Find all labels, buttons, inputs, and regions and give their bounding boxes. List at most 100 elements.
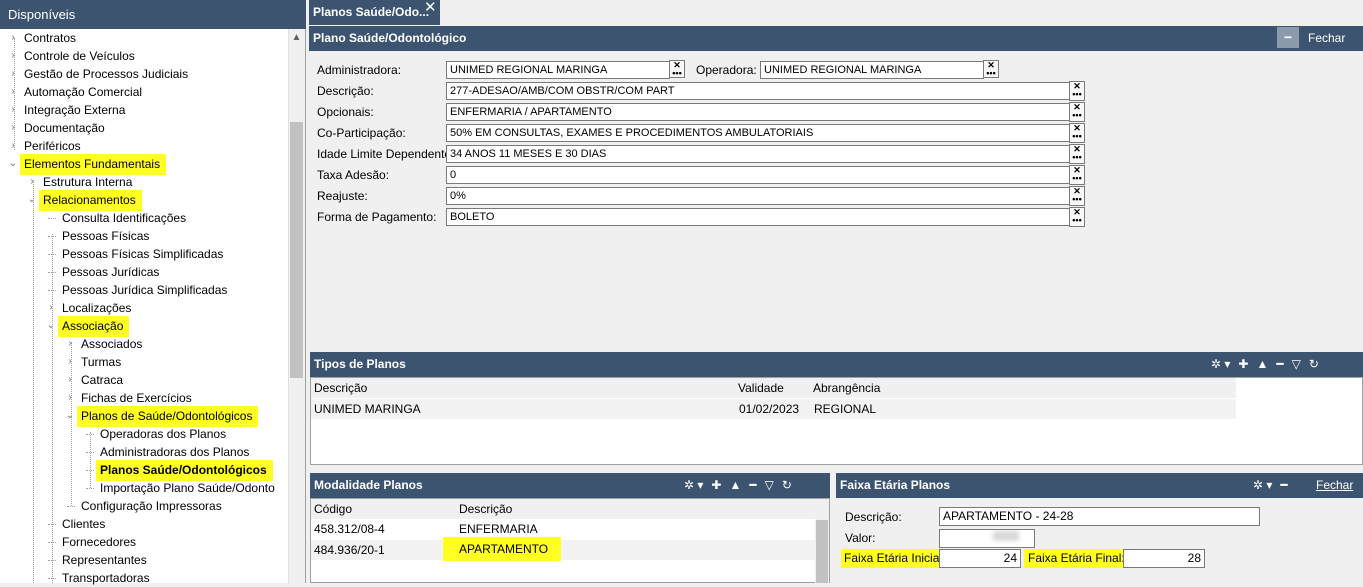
tree-item[interactable]: Pessoas Físicas: [62, 227, 149, 245]
remove-icon[interactable]: ━: [1280, 473, 1287, 498]
filter-icon[interactable]: ✲ ▾: [1211, 352, 1230, 377]
field-input[interactable]: 0%: [446, 187, 1070, 205]
tree-item[interactable]: Catraca: [81, 371, 123, 389]
filter-icon[interactable]: ✲ ▾: [1253, 473, 1272, 498]
minimize-button[interactable]: −: [1277, 27, 1299, 48]
refresh-icon[interactable]: ↻: [782, 473, 792, 498]
operadora-lookup-button[interactable]: ✕ •••: [983, 60, 999, 78]
tree-item[interactable]: Consulta Identificações: [62, 209, 186, 227]
tree-item[interactable]: Fichas de Exercícios: [81, 389, 192, 407]
tree-item[interactable]: Associação: [58, 316, 130, 337]
tree-item[interactable]: Associados: [81, 335, 142, 353]
tree-item[interactable]: Contratos: [24, 29, 76, 47]
up-icon[interactable]: ▲: [1256, 352, 1268, 377]
up-icon[interactable]: ▲: [729, 473, 741, 498]
field-lookup-button[interactable]: ✕ •••: [1069, 165, 1085, 185]
tree-item[interactable]: Transportadoras: [62, 569, 150, 587]
tree-item[interactable]: Configuração Impressoras: [81, 497, 222, 515]
funnel-icon[interactable]: ▽: [765, 473, 774, 498]
tree-item[interactable]: Estrutura Interna: [43, 173, 132, 191]
operadora-field[interactable]: UNIMED REGIONAL MARINGA: [760, 61, 984, 79]
tree-item[interactable]: Planos de Saúde/Odontológicos: [77, 406, 259, 427]
tree-item[interactable]: Elementos Fundamentais: [20, 154, 167, 175]
remove-icon[interactable]: ━: [749, 473, 756, 498]
tree-item[interactable]: Turmas: [81, 353, 121, 371]
faixa-close-button[interactable]: Fechar: [1316, 473, 1353, 498]
chevron-right-icon[interactable]: ›: [65, 335, 75, 353]
field-input[interactable]: 34 ANOS 11 MESES E 30 DIAS: [446, 145, 1070, 163]
administradora-lookup-button[interactable]: ✕ •••: [669, 60, 685, 78]
chevron-right-icon[interactable]: ›: [8, 65, 18, 83]
field-lookup-button[interactable]: ✕ •••: [1069, 102, 1085, 122]
tree-item[interactable]: Periféricos: [24, 137, 81, 155]
chevron-down-icon[interactable]: ⌄: [46, 317, 56, 335]
tree-item[interactable]: Documentação: [24, 119, 105, 137]
tab-close-icon[interactable]: ✕: [424, 0, 437, 16]
tree-item[interactable]: Integração Externa: [24, 101, 125, 119]
tree-item[interactable]: Fornecedores: [62, 533, 136, 551]
column-header[interactable]: Descrição: [314, 378, 367, 398]
dots-icon: •••: [1072, 131, 1082, 141]
tree-item[interactable]: Gestão de Processos Judiciais: [24, 65, 188, 83]
field-lookup-button[interactable]: ✕ •••: [1069, 144, 1085, 164]
add-icon[interactable]: ✚: [1238, 352, 1248, 377]
field-lookup-button[interactable]: ✕ •••: [1069, 123, 1085, 143]
chevron-right-icon[interactable]: ›: [65, 389, 75, 407]
faixa-inicial-field[interactable]: 24: [939, 549, 1021, 568]
tree-item[interactable]: Clientes: [62, 515, 105, 533]
field-lookup-button[interactable]: ✕ •••: [1069, 186, 1085, 206]
tree-item[interactable]: Relacionamentos: [39, 190, 142, 211]
remove-icon[interactable]: ━: [1276, 352, 1283, 377]
field-input[interactable]: BOLETO: [446, 208, 1070, 226]
field-input[interactable]: 277-ADESAO/AMB/COM OBSTR/COM PART: [446, 82, 1070, 100]
chevron-right-icon[interactable]: ›: [8, 137, 18, 155]
field-lookup-button[interactable]: ✕ •••: [1069, 207, 1085, 227]
tree-item[interactable]: Controle de Veículos: [24, 47, 135, 65]
tree-item[interactable]: Administradoras dos Planos: [100, 443, 249, 461]
chevron-right-icon[interactable]: ›: [8, 83, 18, 101]
chevron-right-icon[interactable]: ›: [65, 353, 75, 371]
tab-label: Planos Saúde/Odo...: [313, 5, 430, 19]
column-header[interactable]: Abrangência: [813, 378, 880, 398]
table-row[interactable]: [311, 540, 815, 560]
tree-item[interactable]: Pessoas Jurídicas: [62, 263, 159, 281]
faixa-descricao-field[interactable]: APARTAMENTO - 24-28: [939, 507, 1260, 526]
tab-planos[interactable]: Planos Saúde/Odo...: [309, 0, 440, 25]
refresh-icon[interactable]: ↻: [1309, 352, 1319, 377]
tree-item[interactable]: Automação Comercial: [24, 83, 142, 101]
administradora-field[interactable]: UNIMED REGIONAL MARINGA: [446, 61, 670, 79]
chevron-right-icon[interactable]: ›: [8, 29, 18, 47]
field-lookup-button[interactable]: ✕ •••: [1069, 81, 1085, 101]
tree-item[interactable]: Operadoras dos Planos: [100, 425, 226, 443]
add-icon[interactable]: ✚: [711, 473, 721, 498]
tree-scroll-thumb[interactable]: [290, 122, 303, 378]
scroll-up-icon[interactable]: ▲: [288, 29, 305, 46]
field-input[interactable]: 50% EM CONSULTAS, EXAMES E PROCEDIMENTOS…: [446, 124, 1070, 142]
field-input[interactable]: ENFERMARIA / APARTAMENTO: [446, 103, 1070, 121]
chevron-down-icon[interactable]: ⌄: [27, 191, 37, 209]
field-input[interactable]: 0: [446, 166, 1070, 184]
column-header[interactable]: Descrição: [459, 499, 512, 519]
funnel-icon[interactable]: ▽: [1292, 352, 1301, 377]
filter-icon[interactable]: ✲ ▾: [684, 473, 703, 498]
tree-item[interactable]: Pessoas Físicas Simplificadas: [62, 245, 223, 263]
tree-item[interactable]: Pessoas Jurídica Simplificadas: [62, 281, 227, 299]
chevron-down-icon[interactable]: ⌄: [8, 155, 18, 173]
tree-item[interactable]: Localizações: [62, 299, 131, 317]
chevron-right-icon[interactable]: ›: [8, 101, 18, 119]
faixa-final-field[interactable]: 28: [1123, 549, 1205, 568]
chevron-right-icon[interactable]: ›: [8, 47, 18, 65]
tree-item[interactable]: Importação Plano Saúde/Odonto: [100, 479, 275, 497]
faixa-valor-field[interactable]: [939, 529, 1035, 548]
chevron-right-icon[interactable]: ›: [27, 173, 37, 191]
tree-item[interactable]: Representantes: [62, 551, 147, 569]
column-header[interactable]: Validade: [738, 378, 784, 398]
chevron-down-icon[interactable]: ⌄: [65, 407, 75, 425]
modalidade-scroll-thumb[interactable]: [816, 520, 828, 583]
tree-item[interactable]: Planos Saúde/Odontológicos: [96, 460, 273, 481]
chevron-right-icon[interactable]: ›: [46, 299, 56, 317]
column-header[interactable]: Código: [314, 499, 352, 519]
chevron-right-icon[interactable]: ›: [8, 119, 18, 137]
chevron-right-icon[interactable]: ›: [65, 371, 75, 389]
close-button[interactable]: Fechar: [1308, 26, 1345, 51]
